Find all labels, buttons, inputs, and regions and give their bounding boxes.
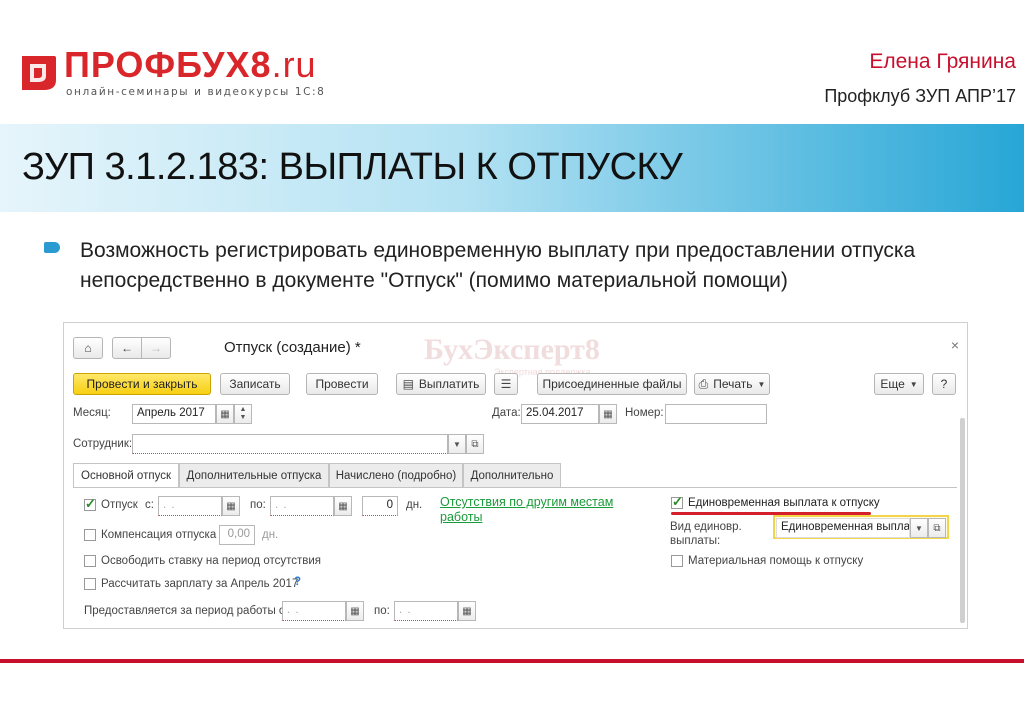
lump-sum-checkbox[interactable] [671, 494, 683, 510]
document-window: БухЭксперт8 Экспертная поддержка ⌂ ← → О… [63, 322, 968, 629]
material-help-checkbox[interactable] [671, 555, 683, 567]
employee-field[interactable] [132, 434, 448, 454]
home-icon: ⌂ [84, 341, 92, 355]
number-field[interactable] [665, 404, 767, 424]
period-from-field[interactable]: . . [282, 601, 346, 621]
tab-additional-vacations[interactable]: Дополнительные отпуска [179, 463, 329, 487]
window-title: Отпуск (создание) * [224, 339, 361, 356]
post-button[interactable]: Провести [306, 373, 378, 395]
pay-button[interactable]: ▤ Выплатить [396, 373, 486, 395]
bullet-arrow-icon [44, 242, 60, 253]
vacation-from-field[interactable]: . . [158, 496, 222, 516]
arrow-right-icon: → [150, 341, 162, 355]
payment-type-label: Вид единовр. выплаты: [670, 521, 742, 547]
chevron-down-icon[interactable]: ▼ [448, 434, 466, 454]
list-icon: ☰ [500, 377, 512, 391]
payment-type-field[interactable]: Единовременная выплата [776, 518, 910, 538]
bullet-text: Возможность регистрировать единовременну… [80, 239, 916, 292]
help-button[interactable]: ? [932, 373, 956, 395]
chevron-down-icon: ▼ [909, 379, 918, 389]
attached-files-button[interactable]: Присоединенные файлы [537, 373, 687, 395]
period-label: Предоставляется за период работы с: [84, 605, 288, 617]
author-name: Елена Грянина [869, 50, 1016, 73]
save-button[interactable]: Записать [220, 373, 290, 395]
month-field[interactable]: Апрель 2017 [132, 404, 216, 424]
logo: ПРОФБУХ8.ru онлайн-семинары и видеокурсы… [16, 44, 326, 100]
month-label: Месяц: [73, 407, 111, 419]
logo-wordmark: ПРОФБУХ8.ru [64, 44, 317, 85]
open-icon[interactable]: ⧉ [928, 518, 946, 538]
vacation-to-label: по: [250, 499, 266, 511]
close-icon[interactable]: × [951, 337, 959, 353]
slide-title: ЗУП 3.1.2.183: ВЫПЛАТЫ К ОТПУСКУ [22, 146, 683, 188]
absence-other-jobs-link[interactable]: Отсутствия по другим местам работы [440, 495, 640, 525]
calendar-icon[interactable]: ▦ [458, 601, 476, 621]
vacation-label: Отпуск [101, 499, 138, 511]
date-field[interactable]: 25.04.2017 [521, 404, 599, 424]
arrow-left-icon: ← [121, 341, 133, 355]
forward-button[interactable]: → [141, 337, 171, 359]
vacation-days-field[interactable]: 0 [362, 496, 398, 516]
calc-salary-label: Рассчитать зарплату за Апрель 2017 [101, 578, 299, 590]
period-to-field[interactable]: . . [394, 601, 458, 621]
compensation-label: Компенсация отпуска [101, 529, 217, 541]
period-to-label: по: [374, 605, 390, 617]
free-rate-checkbox[interactable] [84, 555, 96, 567]
tab-main-vacation[interactable]: Основной отпуск [73, 463, 179, 488]
calendar-icon[interactable]: ▦ [346, 601, 364, 621]
tab-additional[interactable]: Дополнительно [463, 463, 561, 487]
open-icon[interactable]: ⧉ [466, 434, 484, 454]
document-icon: ▤ [402, 377, 414, 391]
calendar-icon[interactable]: ▦ [599, 404, 617, 424]
compensation-days-field[interactable]: 0,00 [219, 525, 255, 545]
back-button[interactable]: ← [112, 337, 142, 359]
free-rate-label: Освободить ставку на период отсутствия [101, 555, 322, 567]
watermark: БухЭксперт8 [424, 333, 600, 366]
more-button[interactable]: Еще ▼ [874, 373, 924, 395]
date-label: Дата: [492, 407, 521, 419]
logo-tagline: онлайн-семинары и видеокурсы 1С:8 [66, 86, 326, 98]
tab-divider [73, 487, 957, 488]
logo-icon [22, 56, 56, 90]
journal-button[interactable]: ☰ [494, 373, 518, 395]
calc-salary-checkbox[interactable] [84, 578, 96, 590]
tab-accrued-detailed[interactable]: Начислено (подробно) [329, 463, 463, 487]
compensation-checkbox[interactable] [84, 529, 96, 541]
footer-divider [0, 659, 1024, 663]
calendar-icon[interactable]: ▦ [222, 496, 240, 516]
title-banner: ЗУП 3.1.2.183: ВЫПЛАТЫ К ОТПУСКУ [0, 124, 1024, 212]
printer-icon: ⎙ [698, 376, 709, 391]
days-unit-label: дн. [406, 499, 423, 511]
employee-label: Сотрудник: [73, 438, 133, 450]
scrollbar[interactable] [960, 418, 965, 623]
calendar-icon[interactable]: ▦ [334, 496, 352, 516]
vacation-checkbox[interactable] [84, 496, 96, 512]
print-button[interactable]: ⎙ Печать ▼ [694, 373, 770, 395]
chevron-down-icon: ▼ [757, 379, 766, 389]
month-stepper[interactable]: ▲ ▼ [234, 404, 252, 424]
help-question-icon[interactable]: ? [294, 576, 301, 588]
home-button[interactable]: ⌂ [73, 337, 103, 359]
compensation-unit-label: дн. [262, 529, 279, 541]
number-label: Номер: [625, 407, 664, 419]
material-help-label: Материальная помощь к отпуску [688, 555, 864, 567]
vacation-from-label: с: [145, 499, 154, 511]
vacation-to-field[interactable]: . . [270, 496, 334, 516]
post-and-close-button[interactable]: Провести и закрыть [73, 373, 211, 395]
club-name: Профклуб ЗУП АПР’17 [824, 86, 1016, 106]
chevron-down-icon[interactable]: ▼ [910, 518, 928, 538]
lump-sum-label: Единовременная выплата к отпуску [688, 497, 880, 509]
calendar-icon[interactable]: ▦ [216, 404, 234, 424]
